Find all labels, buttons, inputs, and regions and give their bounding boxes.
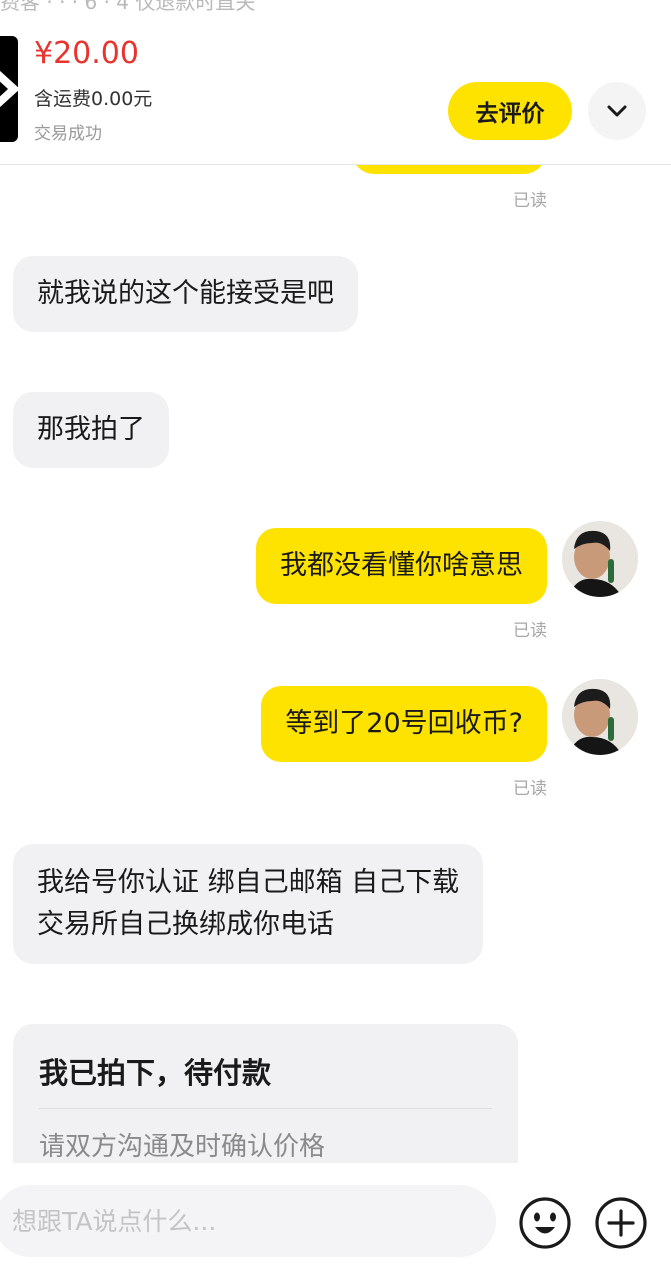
- read-receipt: 已读: [513, 621, 547, 641]
- divider: [39, 1108, 492, 1109]
- message-bubble-received[interactable]: 我给号你认证 绑自己邮箱 自己下载 交易所自己换绑成你电话: [13, 844, 484, 964]
- read-receipt: 已读: [513, 191, 547, 211]
- message-bubble-sent[interactable]: 我都没看懂你啥意思: [256, 528, 547, 604]
- product-thumbnail[interactable]: [0, 36, 18, 142]
- expand-button[interactable]: [588, 82, 646, 140]
- order-card-subtitle: 请双方沟通及时确认价格: [39, 1132, 326, 1162]
- read-receipt: 已读: [513, 779, 547, 799]
- order-card-title: 我已拍下，待付款: [39, 1056, 272, 1090]
- message-line: 我给号你认证 绑自己邮箱 自己下载: [37, 867, 460, 898]
- chevron-down-icon: [607, 105, 627, 117]
- product-header[interactable]: 费客 · · · 6 · 4 仅退款时直关 ¥20.00 含运费0.00元 交易…: [0, 0, 671, 165]
- message-composer: [0, 1163, 671, 1280]
- message-bubble-received[interactable]: 那我拍了: [13, 392, 169, 468]
- emoji-button[interactable]: [518, 1196, 572, 1250]
- shipping-fee: 含运费0.00元: [34, 88, 153, 110]
- review-button[interactable]: 去评价: [448, 82, 572, 140]
- emoji-icon: [519, 1197, 571, 1249]
- chat-screen: 已读 就我说的这个能接受是吧 那我拍了 我都没看懂你啥意思 已读 等到了20号回…: [0, 0, 671, 1280]
- message-input[interactable]: [0, 1185, 496, 1257]
- product-price: ¥20.00: [34, 36, 139, 71]
- user-avatar[interactable]: [562, 521, 638, 597]
- chat-message-list[interactable]: 已读 就我说的这个能接受是吧 那我拍了 我都没看懂你啥意思 已读 等到了20号回…: [0, 0, 671, 1163]
- plus-icon: [595, 1197, 647, 1249]
- user-avatar[interactable]: [562, 679, 638, 755]
- message-bubble-received[interactable]: 就我说的这个能接受是吧: [13, 256, 358, 332]
- product-title: 费客 · · · 6 · 4 仅退款时直关: [0, 0, 256, 14]
- order-status-card[interactable]: 我已拍下，待付款 请双方沟通及时确认价格: [13, 1024, 518, 1163]
- message-line: 交易所自己换绑成你电话: [37, 909, 334, 940]
- more-actions-button[interactable]: [594, 1196, 648, 1250]
- message-bubble-sent[interactable]: 等到了20号回收币?: [261, 686, 547, 762]
- trade-status: 交易成功: [34, 124, 102, 144]
